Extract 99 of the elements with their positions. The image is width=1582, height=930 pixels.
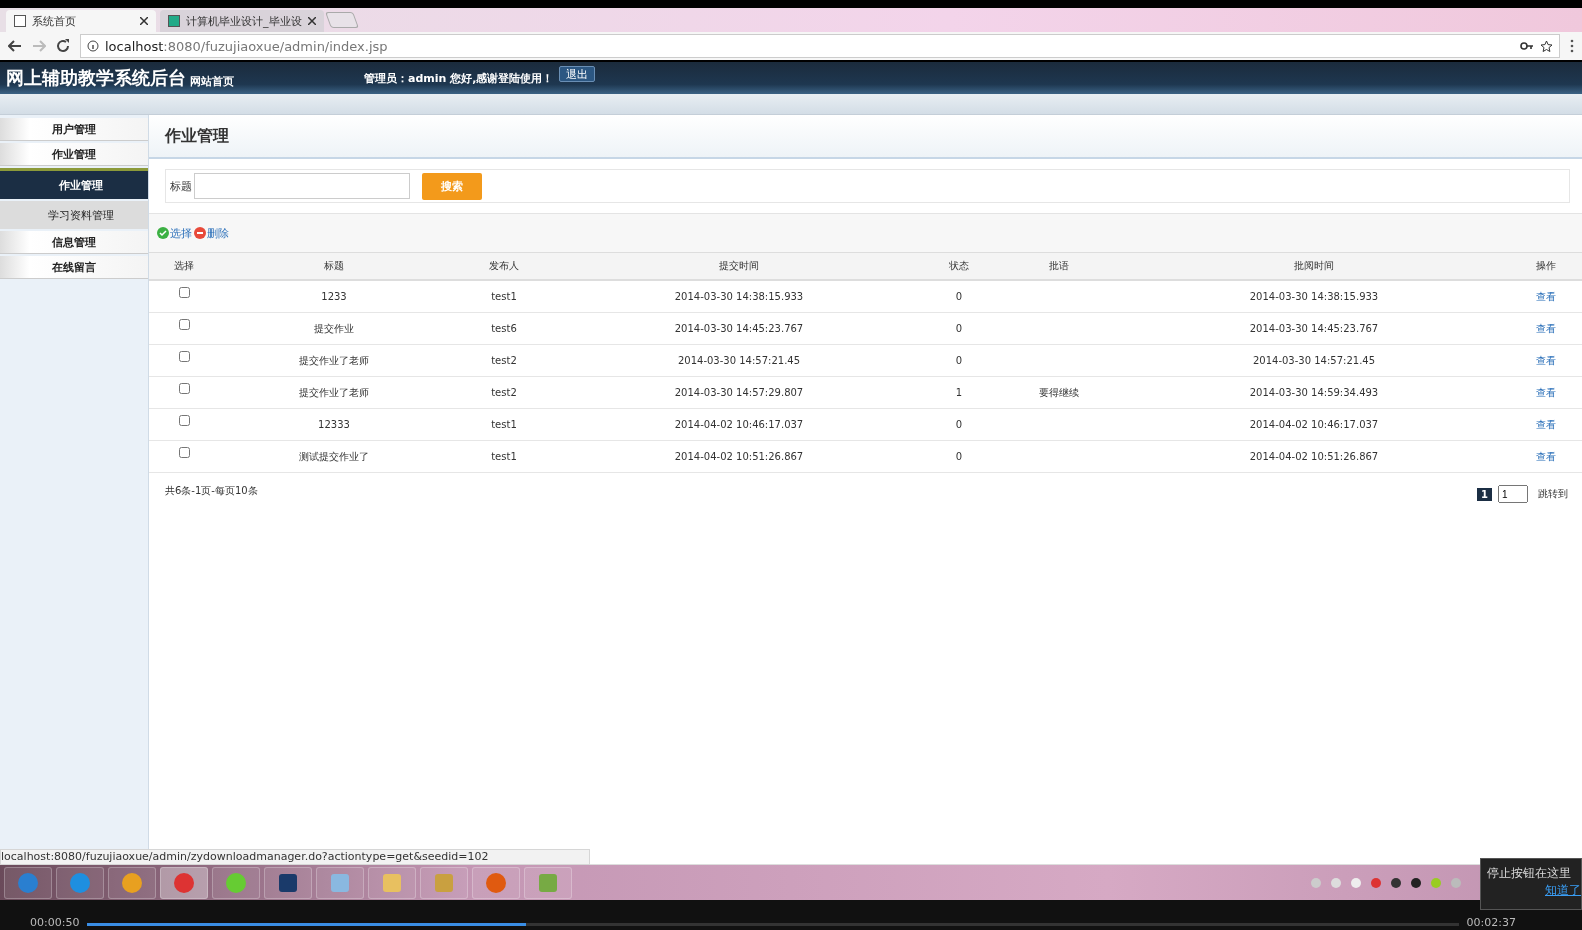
table-cell: test2 xyxy=(491,355,517,366)
status-url: localhost:8080/fuzujiaoxue/admin/zydownloadmanager.do?actiontype=get&seedid=102 xyxy=(0,849,590,865)
logout-button[interactable]: 退出 xyxy=(559,66,596,82)
table-cell: 2014-03-30 14:59:34.493 xyxy=(1249,387,1379,398)
table-cell: 1233 xyxy=(321,291,347,302)
taskbar-button[interactable] xyxy=(4,866,52,899)
table-cell: 2014-03-30 14:57:21.45 xyxy=(677,355,801,366)
table-cell: 0 xyxy=(955,419,963,430)
title-search-field[interactable] xyxy=(194,173,410,199)
table-cell: 0 xyxy=(955,451,963,462)
browser-tab[interactable]: 系统首页 xyxy=(6,10,156,32)
close-icon[interactable] xyxy=(140,16,148,25)
table-cell: test1 xyxy=(491,291,517,302)
admin-greeting: 管理员：admin 您好,感谢登陆使用！ xyxy=(364,70,554,86)
table-cell: 2014-03-30 14:45:23.767 xyxy=(674,323,804,334)
menu-icon[interactable] xyxy=(1570,39,1574,53)
table-cell: 2014-03-30 14:57:29.807 xyxy=(674,387,804,398)
new-tab-button[interactable] xyxy=(324,12,359,28)
sidebar-item[interactable]: 用户管理 xyxy=(0,118,148,141)
action-link[interactable]: 选择 xyxy=(157,225,192,241)
address-bar[interactable]: localhost:8080/fuzujiaoxue/admin/index.jsp xyxy=(80,34,1560,58)
row-checkbox[interactable] xyxy=(178,415,190,426)
back-icon[interactable] xyxy=(8,39,22,53)
reload-icon[interactable] xyxy=(56,39,70,53)
table-cell: 2014-04-02 10:46:17.037 xyxy=(1249,419,1379,430)
page-input[interactable]: 1 xyxy=(1498,485,1528,503)
column-header: 批阅时间 xyxy=(1119,252,1509,281)
row-checkbox[interactable] xyxy=(178,351,190,362)
row-checkbox[interactable] xyxy=(178,383,190,394)
table-cell: 2014-03-30 14:38:15.933 xyxy=(674,291,804,302)
table-cell: test2 xyxy=(491,387,517,398)
view-link[interactable]: 查看 xyxy=(1535,385,1556,400)
elapsed-time: 00:00:50 xyxy=(30,916,80,929)
table-cell: test6 xyxy=(491,323,517,334)
taskbar-button[interactable] xyxy=(160,866,208,899)
table-cell: test1 xyxy=(491,419,517,430)
table-cell: 2014-04-02 10:46:17.037 xyxy=(674,419,804,430)
row-checkbox[interactable] xyxy=(178,287,190,298)
table-cell: 提交作业了老师 xyxy=(299,353,369,368)
row-checkbox[interactable] xyxy=(178,447,190,458)
page-icon xyxy=(168,15,180,27)
progress-track[interactable] xyxy=(87,923,1459,926)
table-cell: 12333 xyxy=(318,419,350,430)
column-header: 操作 xyxy=(1509,252,1582,281)
column-header: 状态 xyxy=(919,252,999,281)
search-label: 标题 xyxy=(170,178,192,194)
browser-tab[interactable]: 计算机毕业设计_毕业设 xyxy=(160,10,324,32)
table-cell: 2014-03-30 14:45:23.767 xyxy=(1249,323,1379,334)
table-cell: 1 xyxy=(955,387,963,398)
sidebar-subitem[interactable]: 学习资料管理 xyxy=(0,201,148,229)
total-time: 00:02:37 xyxy=(1466,916,1516,929)
sidebar-subitem[interactable]: 作业管理 xyxy=(0,168,148,199)
sidebar-item[interactable]: 在线留言 xyxy=(0,256,148,279)
table-cell: 2014-03-30 14:57:21.45 xyxy=(1252,355,1376,366)
table-cell: 测试提交作业了 xyxy=(299,449,369,464)
table-cell: 要得继续 xyxy=(1039,385,1079,400)
info-icon xyxy=(87,40,99,52)
jump-link[interactable]: 跳转到 xyxy=(1538,487,1568,501)
site-title: 网上辅助教学系统后台 xyxy=(6,66,186,90)
table-cell: 2014-03-30 14:38:15.933 xyxy=(1249,291,1379,302)
tooltip-text: 停止按钮在这里 xyxy=(1487,865,1571,882)
view-link[interactable]: 查看 xyxy=(1535,353,1556,368)
view-link[interactable]: 查看 xyxy=(1535,321,1556,336)
sidebar-item[interactable]: 信息管理 xyxy=(0,231,148,254)
column-header: 发布人 xyxy=(449,252,559,281)
tray-icon[interactable] xyxy=(1390,876,1402,889)
view-link[interactable]: 查看 xyxy=(1535,289,1556,304)
minus-icon xyxy=(194,227,206,239)
table-cell: 0 xyxy=(955,291,963,302)
table-cell: 提交作业 xyxy=(314,321,354,336)
table-cell: 2014-04-02 10:51:26.867 xyxy=(674,451,804,462)
view-link[interactable]: 查看 xyxy=(1535,417,1556,432)
table-cell: test1 xyxy=(491,451,517,462)
column-header: 批语 xyxy=(999,252,1119,281)
tray-icon[interactable] xyxy=(1410,876,1422,889)
home-link[interactable]: 网站首页 xyxy=(190,73,234,89)
action-link[interactable]: 删除 xyxy=(194,225,229,241)
page-title: 作业管理 xyxy=(165,125,229,147)
taskbar-button[interactable] xyxy=(108,866,156,899)
row-checkbox[interactable] xyxy=(178,319,190,330)
close-icon[interactable] xyxy=(307,16,316,25)
forward-icon[interactable] xyxy=(32,39,46,53)
record-summary: 共6条-1页-每页10条 xyxy=(165,484,259,498)
view-link[interactable]: 查看 xyxy=(1535,449,1556,464)
table-cell: 0 xyxy=(955,355,963,366)
star-icon[interactable] xyxy=(1540,39,1553,53)
column-header: 选择 xyxy=(149,252,219,281)
check-icon xyxy=(157,227,169,239)
page-icon xyxy=(14,15,26,27)
tooltip-link[interactable]: 知道了 xyxy=(1545,882,1581,899)
sidebar-item[interactable]: 作业管理 xyxy=(0,143,148,166)
column-header: 标题 xyxy=(219,252,449,281)
table-cell: 2014-04-02 10:51:26.867 xyxy=(1249,451,1379,462)
table-cell: 0 xyxy=(955,323,963,334)
page-number[interactable]: 1 xyxy=(1477,487,1492,501)
column-header: 提交时间 xyxy=(559,252,919,281)
taskbar-button[interactable] xyxy=(264,866,312,899)
table-cell: 提交作业了老师 xyxy=(299,385,369,400)
key-icon[interactable] xyxy=(1520,41,1534,51)
